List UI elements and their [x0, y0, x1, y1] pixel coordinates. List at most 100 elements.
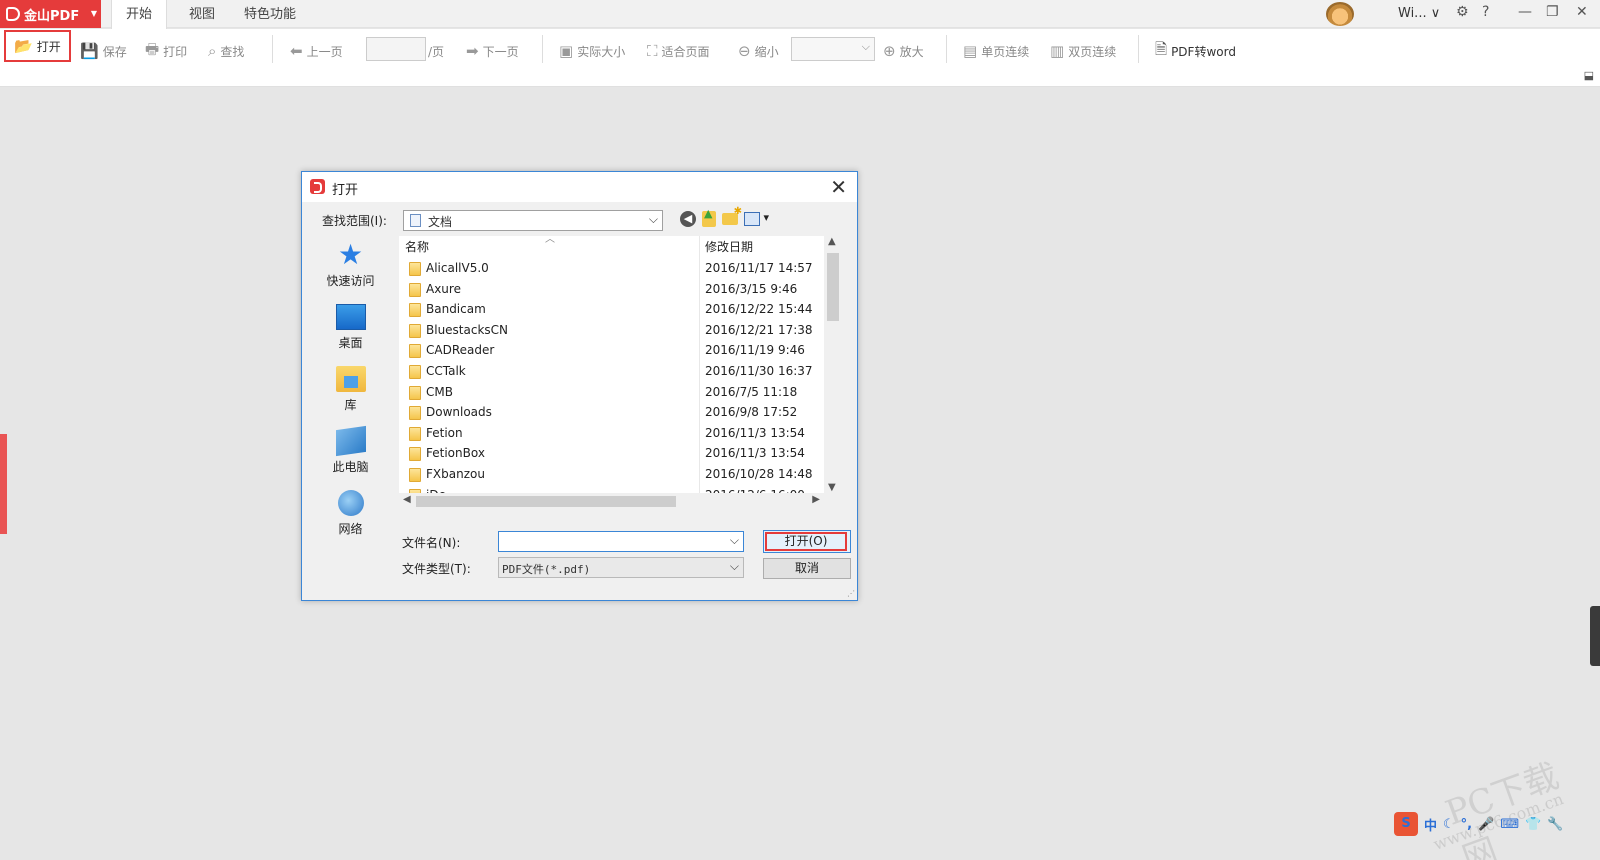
file-date: 2016/3/15 9:46 — [705, 281, 798, 296]
column-header-date[interactable]: 修改日期 — [705, 236, 753, 258]
user-name-label: Wi... — [1398, 6, 1427, 21]
save-button[interactable]: 💾 保存 — [80, 37, 127, 65]
help-icon[interactable]: ? — [1482, 4, 1489, 20]
list-item[interactable]: BluestacksCN 2016/12/21 17:38 — [399, 320, 824, 341]
microphone-icon[interactable]: 🎤 — [1478, 817, 1494, 832]
zoom-level-select[interactable]: ⌵ — [791, 37, 875, 61]
column-header-name[interactable]: 名称 — [405, 236, 429, 258]
find-button[interactable]: ⌕ 查找 — [208, 37, 244, 65]
tab-start[interactable]: 开始 — [111, 0, 168, 29]
collapse-ribbon-icon[interactable]: ⬓ — [1584, 69, 1594, 82]
list-item[interactable]: Fetion 2016/11/3 13:54 — [399, 423, 824, 444]
list-item[interactable]: FXbanzou 2016/10/28 14:48 — [399, 464, 824, 485]
tab-view[interactable]: 视图 — [189, 0, 215, 28]
folder-icon — [409, 303, 421, 318]
actual-size-button[interactable]: ▣ 实际大小 — [559, 37, 625, 65]
list-item[interactable]: CCTalk 2016/11/30 16:37 — [399, 361, 824, 382]
up-folder-icon[interactable] — [702, 207, 716, 227]
new-folder-icon[interactable] — [722, 206, 742, 225]
scroll-down-icon[interactable]: ▼ — [828, 482, 836, 493]
chevron-down-icon[interactable]: ⌵ — [730, 533, 739, 548]
minimize-icon[interactable]: — — [1518, 4, 1532, 20]
horizontal-scrollbar[interactable]: ◀ ▶ — [399, 493, 824, 510]
scroll-left-icon[interactable]: ◀ — [403, 494, 411, 505]
dialog-open-button[interactable]: 打开(O) — [763, 530, 851, 553]
resize-grip-icon[interactable]: ⋰ — [847, 589, 855, 598]
tab-features[interactable]: 特色功能 — [244, 0, 296, 28]
save-label: 保存 — [102, 44, 127, 59]
punctuation-icon[interactable]: °, — [1461, 817, 1472, 832]
restore-icon[interactable]: ❐ — [1546, 4, 1559, 20]
left-panel-handle[interactable] — [0, 434, 7, 534]
scroll-thumb[interactable] — [416, 496, 676, 507]
dialog-cancel-button[interactable]: 取消 — [763, 558, 851, 579]
chevron-down-icon: ⌵ — [648, 212, 658, 226]
place-desktop[interactable]: 桌面 — [308, 304, 393, 351]
skin-icon[interactable]: 👕 — [1525, 817, 1541, 832]
filetype-select[interactable]: PDF文件(*.pdf) ⌵ — [498, 557, 744, 578]
double-continuous-button[interactable]: ▥ 双页连续 — [1050, 37, 1116, 65]
view-menu-icon[interactable] — [744, 211, 769, 226]
place-this-pc[interactable]: 此电脑 — [308, 425, 393, 475]
list-item[interactable]: Axure 2016/3/15 9:46 — [399, 279, 824, 300]
dialog-nav-icons: ◀ — [680, 206, 769, 227]
double-continuous-label: 双页连续 — [1068, 44, 1117, 59]
pdf-to-word-button[interactable]: 🗎 PDF转word — [1155, 37, 1236, 65]
scroll-right-icon[interactable]: ▶ — [812, 494, 820, 505]
scroll-thumb[interactable] — [827, 253, 839, 321]
places-bar: ★ 快速访问 桌面 库 此电脑 网络 — [308, 236, 393, 588]
list-item[interactable]: CMB 2016/7/5 11:18 — [399, 382, 824, 403]
file-date: 2016/9/8 17:52 — [705, 405, 798, 420]
watermark: PC下载网 www.pc6.com.cn — [1390, 756, 1600, 860]
right-panel-handle[interactable] — [1590, 606, 1600, 666]
keyboard-icon[interactable]: ⌨ — [1500, 817, 1519, 832]
next-page-label: 下一页 — [482, 44, 519, 59]
place-library[interactable]: 库 — [308, 366, 393, 413]
look-in-select[interactable]: 文档 ⌵ — [403, 210, 663, 231]
toolbar-divider — [272, 35, 273, 63]
list-item[interactable]: CADReader 2016/11/19 9:46 — [399, 340, 824, 361]
scroll-up-icon[interactable]: ▲ — [828, 236, 836, 247]
vertical-scrollbar[interactable]: ▲ ▼ — [824, 236, 842, 493]
actual-size-icon: ▣ — [559, 42, 574, 60]
folder-icon — [409, 406, 421, 421]
folder-icon — [409, 323, 421, 338]
place-quick-access[interactable]: ★ 快速访问 — [308, 241, 393, 289]
list-item[interactable]: AlicallV5.0 2016/11/17 14:57 — [399, 258, 824, 279]
ime-mode[interactable]: 中 — [1424, 815, 1437, 834]
zoom-in-button[interactable]: ⊕ 放大 — [883, 37, 924, 65]
list-item[interactable]: Bandicam 2016/12/22 15:44 — [399, 299, 824, 320]
filetype-label: 文件类型(T): — [402, 562, 471, 576]
list-item[interactable]: FetionBox 2016/11/3 13:54 — [399, 443, 824, 464]
zoom-in-icon: ⊕ — [883, 42, 896, 60]
prev-page-button[interactable]: ⬅ 上一页 — [290, 37, 343, 65]
page-number-input[interactable] — [366, 37, 426, 61]
chevron-down-icon: ⌵ — [729, 559, 739, 573]
place-network[interactable]: 网络 — [308, 490, 393, 537]
user-name[interactable]: Wi... ∨ — [1398, 6, 1440, 21]
close-icon[interactable]: ✕ — [1576, 4, 1588, 20]
dialog-open-label: 打开(O) — [765, 532, 847, 551]
zoom-out-button[interactable]: ⊖ 缩小 — [738, 37, 779, 65]
fit-page-button[interactable]: ⛶ 适合页面 — [647, 37, 710, 65]
next-page-button[interactable]: ➡ 下一页 — [466, 37, 519, 65]
close-icon[interactable]: ✕ — [830, 175, 847, 199]
place-label: 快速访问 — [326, 274, 375, 288]
avatar[interactable] — [1326, 2, 1354, 26]
app-menu-button[interactable]: 金山PDF ▼ — [0, 0, 101, 28]
look-in-label: 查找范围(I): — [322, 214, 387, 228]
list-item[interactable]: Downloads 2016/9/8 17:52 — [399, 402, 824, 423]
open-button[interactable]: 📂 打开 — [4, 30, 71, 62]
filename-label: 文件名(N): — [402, 536, 461, 550]
file-list[interactable]: ︿ 名称 修改日期 AlicallV5.0 2016/11/17 14:57 Axu… — [399, 234, 842, 510]
moon-icon[interactable]: ☾ — [1443, 817, 1455, 832]
back-icon[interactable]: ◀ — [680, 211, 696, 227]
print-button[interactable]: 🖶 打印 — [145, 37, 187, 65]
gear-icon[interactable]: ⚙ — [1456, 4, 1469, 20]
single-continuous-button[interactable]: ▤ 单页连续 — [963, 37, 1029, 65]
wrench-icon[interactable]: 🔧 — [1547, 817, 1563, 832]
ime-toolbar[interactable]: S 中 ☾ °, 🎤 ⌨ 👕 🔧 — [1394, 812, 1600, 836]
filename-input[interactable]: ⌵ — [498, 531, 744, 552]
file-name: Downloads — [426, 405, 492, 420]
place-label: 此电脑 — [332, 460, 369, 474]
